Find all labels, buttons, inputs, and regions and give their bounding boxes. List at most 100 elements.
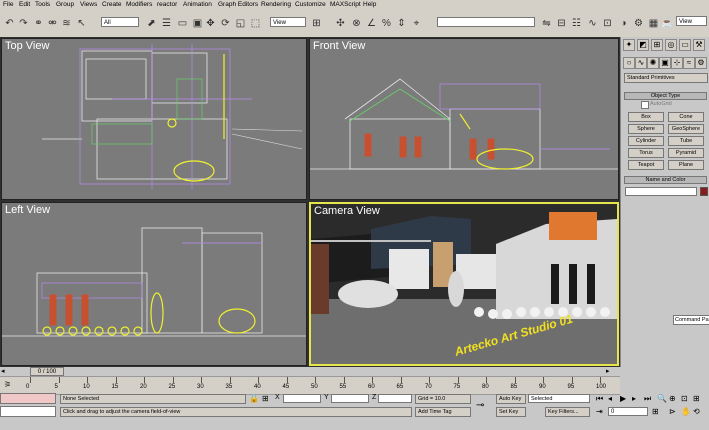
space-warps-icon[interactable]: ≈ [683,57,695,69]
pyramid-button[interactable]: Pyramid [668,148,704,158]
primitive-type-dropdown[interactable]: Standard Primitives [624,73,708,83]
render-view-dropdown[interactable]: View [676,16,707,26]
lock-selection-icon[interactable]: 🔒 [249,394,259,403]
auto-key-button[interactable]: Auto Key [496,394,526,404]
named-selection-icon[interactable]: ⌖ [410,17,423,30]
menu-rendering[interactable]: Rendering [261,1,291,8]
sphere-button[interactable]: Sphere [628,124,664,134]
reference-coordinate-dropdown[interactable]: View [270,17,306,27]
geosphere-button[interactable]: GeoSphere [668,124,704,134]
object-color-swatch[interactable] [700,187,708,196]
camera-viewport[interactable]: Camera View Artecko Art Studio 01 [309,202,619,366]
left-view-label[interactable]: Left View [5,204,50,216]
top-viewport[interactable]: Top View [1,38,307,200]
select-and-rotate-icon[interactable]: ⟳ [219,17,232,30]
systems-icon[interactable]: ⚙ [695,57,707,69]
time-slider[interactable]: 0 / 100 [30,367,64,376]
modify-tab-icon[interactable]: ◩ [637,39,649,51]
orbit-icon[interactable]: ⟲ [693,407,700,416]
prev-frame-icon[interactable]: ◂ [1,367,11,376]
hierarchy-tab-icon[interactable]: ⊞ [651,39,663,51]
cameras-icon[interactable]: ▣ [659,57,671,69]
create-tab-icon[interactable]: ✦ [623,39,635,51]
select-by-name-icon[interactable]: ☰ [160,17,173,30]
menu-animation[interactable]: Animation [183,1,212,8]
zoom-extents-icon[interactable]: ⊡ [681,394,688,403]
menu-reactor[interactable]: reactor [157,1,177,8]
scale-gizmo-icon[interactable]: ⬚ [249,17,262,30]
key-mode-dropdown[interactable]: Selected [528,394,590,403]
menu-file[interactable]: File [3,1,13,8]
zoom-all-icon[interactable]: ⊕ [669,394,676,403]
menu-maxscript[interactable]: MAXScript [330,1,361,8]
menu-group[interactable]: Group [56,1,74,8]
absolute-transform-icon[interactable]: ⊞ [262,394,269,403]
window-crossing-icon[interactable]: ▣ [191,17,204,30]
zoom-extents-all-icon[interactable]: ⊞ [693,394,700,403]
plane-button[interactable]: Plane [668,160,704,170]
select-icon[interactable]: ↖ [75,17,88,30]
object-type-rollout[interactable]: Object Type [624,92,707,100]
pivot-center-icon[interactable]: ⊞ [310,17,323,30]
undo-icon[interactable]: ↶ [3,17,16,30]
shapes-icon[interactable]: ∿ [635,57,647,69]
menu-modifiers[interactable]: Modifiers [126,1,152,8]
menu-graph-editors[interactable]: Graph Editors [218,1,258,8]
go-to-end-icon[interactable]: ⏭ [644,394,651,404]
previous-key-icon[interactable]: ◂ [608,394,612,403]
cylinder-button[interactable]: Cylinder [628,136,664,146]
select-and-scale-icon[interactable]: ◱ [234,17,247,30]
material-editor-icon[interactable]: ◑ [617,17,630,30]
z-coordinate-field[interactable] [378,394,412,403]
menu-create[interactable]: Create [102,1,122,8]
snap-toggle-icon[interactable]: ⊗ [350,17,363,30]
front-viewport[interactable]: Front View [309,38,619,200]
zoom-icon[interactable]: 🔍 [657,394,667,403]
select-and-move-icon[interactable]: ✥ [204,17,217,30]
link-icon[interactable]: ⚭ [32,17,45,30]
spinner-snap-icon[interactable]: ⇕ [395,17,408,30]
selection-filter-dropdown[interactable]: All [101,17,139,27]
menu-tools[interactable]: Tools [35,1,50,8]
lights-icon[interactable]: ✺ [647,57,659,69]
key-icon[interactable]: ⊸ [476,400,484,411]
current-frame-field[interactable]: 0 [608,407,648,416]
align-icon[interactable]: ⊟ [555,17,568,30]
field-of-view-icon[interactable]: ⊳ [669,407,676,416]
motion-tab-icon[interactable]: ◎ [665,39,677,51]
camera-view-label[interactable]: Camera View [314,205,380,217]
next-key-icon[interactable]: ▸ [632,394,636,403]
geometry-icon[interactable]: ○ [623,57,635,69]
front-view-label[interactable]: Front View [313,40,365,52]
utilities-tab-icon[interactable]: ⚒ [693,39,705,51]
helpers-icon[interactable]: ⊹ [671,57,683,69]
rectangular-selection-icon[interactable]: ▭ [176,17,189,30]
teapot-button[interactable]: Teapot [628,160,664,170]
select-manipulate-icon[interactable]: ✣ [334,17,347,30]
select-object-icon[interactable]: ⬈ [145,17,158,30]
maxscript-listener[interactable] [0,393,56,404]
tube-button[interactable]: Tube [668,136,704,146]
pan-icon[interactable]: ✋ [681,407,691,416]
menu-help[interactable]: Help [363,1,376,8]
menu-customize[interactable]: Customize [295,1,326,8]
x-coordinate-field[interactable] [283,394,321,403]
next-frame-icon[interactable]: ▸ [606,367,616,376]
named-selection-dropdown[interactable] [437,17,535,27]
angle-snap-icon[interactable]: ∠ [365,17,378,30]
track-bar[interactable]: ⚞ 0 5 10 15 20 25 30 35 40 45 50 55 60 65 70 75 80 85 90 95… [0,376,620,395]
unlink-icon[interactable]: ⚮ [46,17,59,30]
torus-button[interactable]: Torus [628,148,664,158]
bind-space-warp-icon[interactable]: ≋ [60,17,73,30]
render-setup-icon[interactable]: ⚙ [632,17,645,30]
schematic-view-icon[interactable]: ⊡ [601,17,614,30]
redo-icon[interactable]: ↷ [17,17,30,30]
curve-editor-icon[interactable]: ∿ [586,17,599,30]
render-frame-icon[interactable]: ▦ [647,17,660,30]
menu-edit[interactable]: Edit [19,1,30,8]
maxscript-input[interactable] [0,406,56,417]
mirror-icon[interactable]: ⇋ [540,17,553,30]
key-filters-button[interactable]: Key Filters... [545,407,590,417]
layer-manager-icon[interactable]: ☷ [570,17,583,30]
cone-button[interactable]: Cone [668,112,704,122]
